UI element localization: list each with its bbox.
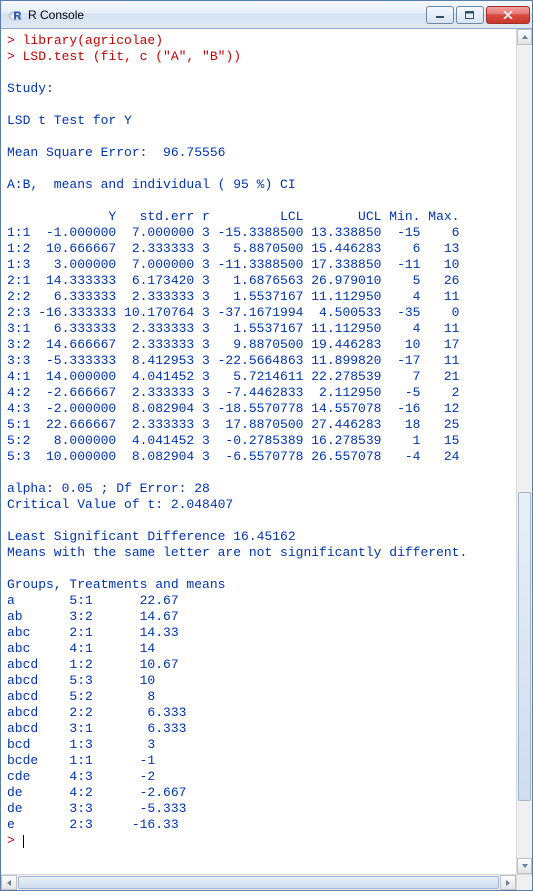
window-title: R Console [28, 8, 424, 22]
window-buttons [424, 6, 530, 24]
scroll-right-button[interactable] [500, 875, 516, 890]
console-output[interactable]: > library(agricolae) > LSD.test (fit, c … [7, 33, 510, 849]
scroll-left-button[interactable] [1, 875, 17, 890]
console-viewport[interactable]: > library(agricolae) > LSD.test (fit, c … [1, 29, 516, 874]
vertical-scroll-thumb[interactable] [518, 492, 531, 801]
titlebar[interactable]: R Console [1, 1, 532, 29]
minimize-button[interactable] [426, 6, 454, 24]
close-button[interactable] [486, 6, 530, 24]
maximize-button[interactable] [456, 6, 484, 24]
scroll-down-button[interactable] [517, 858, 532, 874]
client-area: > library(agricolae) > LSD.test (fit, c … [1, 29, 532, 890]
scroll-corner [516, 874, 532, 890]
vertical-scrollbar[interactable] [516, 29, 532, 874]
horizontal-scrollbar[interactable] [1, 874, 516, 890]
r-console-window: R Console > library(agricolae) > LSD.tes… [0, 0, 533, 891]
scroll-up-button[interactable] [517, 29, 532, 45]
horizontal-scroll-thumb[interactable] [18, 876, 499, 889]
vertical-scroll-track[interactable] [517, 45, 532, 858]
r-app-icon [7, 7, 23, 23]
